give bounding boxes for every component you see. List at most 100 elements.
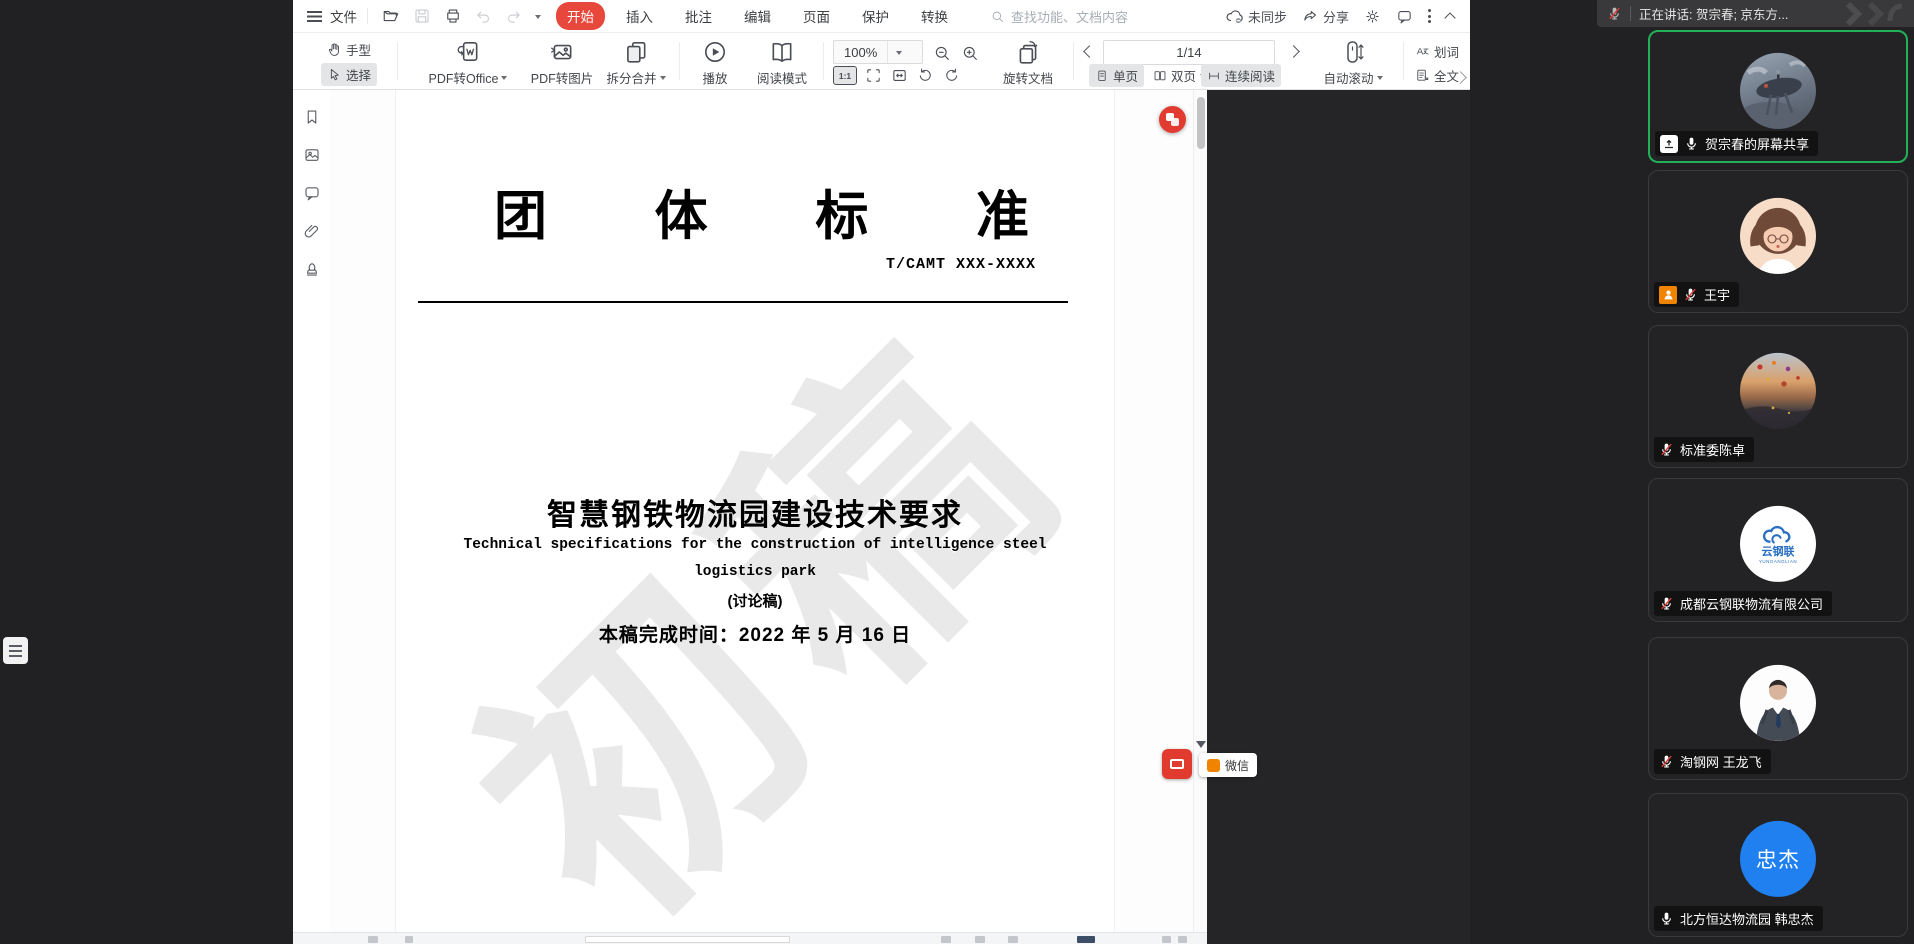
open-folder-icon[interactable] — [382, 7, 400, 25]
status-bar-item[interactable] — [405, 936, 413, 943]
document-viewport[interactable]: 初稿 团体标准 T/CAMT XXX-XXXX 智慧钢铁物流园建设技术要求 Te… — [330, 90, 1193, 932]
tab-6[interactable]: 保护 — [851, 2, 900, 30]
thumbnails-panel-button[interactable] — [303, 146, 321, 164]
scrollbar-thumb[interactable] — [1197, 97, 1205, 149]
select-tool-button[interactable]: 选择 — [321, 63, 377, 86]
attachment-panel-button[interactable] — [303, 222, 321, 240]
print-icon[interactable] — [444, 7, 462, 25]
caret-icon — [1377, 76, 1383, 80]
tab-5[interactable]: 页面 — [792, 2, 841, 30]
single-page-button[interactable]: 单页 — [1089, 64, 1144, 87]
rotate-right-icon[interactable] — [943, 67, 960, 84]
stamp-sign-panel-button[interactable] — [303, 260, 321, 278]
wechat-app-icon[interactable] — [1162, 749, 1192, 779]
pdf-to-office-button[interactable]: PDF转Office — [413, 39, 523, 87]
participant-tile-5[interactable]: 淘钢网 王龙飞 — [1648, 637, 1908, 780]
participant-tile-3[interactable]: 标准委陈卓 — [1648, 325, 1908, 468]
reading-mode-button[interactable]: 阅读模式 — [745, 39, 819, 87]
undo-icon[interactable] — [475, 8, 492, 25]
comment-icon — [303, 184, 321, 202]
zoom-dropdown-caret[interactable] — [887, 41, 909, 63]
prev-page-icon[interactable] — [1083, 45, 1096, 58]
banner-mic-muted-icon[interactable] — [1607, 6, 1622, 21]
standard-title-char: 体 — [655, 174, 708, 250]
divider — [367, 8, 368, 24]
tab-3[interactable]: 批注 — [674, 2, 723, 30]
pdf-page: 初稿 团体标准 T/CAMT XXX-XXXX 智慧钢铁物流园建设技术要求 Te… — [395, 90, 1115, 932]
search-icon — [990, 9, 1005, 24]
participant-label: 标准委陈卓 — [1654, 437, 1754, 462]
status-bar — [293, 932, 1207, 944]
participant-tile-1[interactable]: 贺宗春的屏幕共享 — [1648, 30, 1908, 163]
tab-7[interactable]: 转换 — [910, 2, 959, 30]
redo-icon[interactable] — [505, 8, 522, 25]
full-translate-button[interactable]: 全文 — [1415, 66, 1459, 85]
mic-muted-icon — [1659, 442, 1674, 457]
page-indicator-box[interactable]: 1/14 — [1103, 40, 1275, 65]
divider — [1630, 6, 1631, 21]
pdf-to-image-button[interactable]: PDF转图片 — [525, 39, 599, 87]
attachment-icon — [303, 222, 321, 240]
floating-translate-badge[interactable] — [1159, 106, 1186, 133]
status-bar-item[interactable] — [368, 936, 378, 943]
zoom-out-icon[interactable] — [933, 44, 951, 62]
avatar-portrait-photo — [1740, 664, 1816, 740]
fit-page-icon[interactable] — [865, 67, 882, 84]
vertical-scrollbar[interactable] — [1193, 90, 1207, 932]
play-button[interactable]: 播放 — [689, 39, 741, 87]
single-page-icon — [1095, 69, 1109, 83]
status-bar-item[interactable] — [1162, 936, 1171, 943]
next-page-icon[interactable] — [1287, 45, 1300, 58]
comment-panel-button[interactable] — [303, 184, 321, 202]
status-bar-item[interactable] — [1077, 936, 1095, 943]
participant-tile-6[interactable]: 忠杰北方恒达物流园 韩忠杰 — [1648, 793, 1908, 937]
settings-gear-icon[interactable] — [1364, 8, 1381, 25]
fit-width-icon[interactable] — [891, 67, 908, 84]
more-actions-caret-icon[interactable] — [535, 15, 541, 19]
status-bar-item[interactable] — [1008, 936, 1018, 943]
collapse-ribbon-icon[interactable] — [1444, 12, 1455, 23]
rotate-left-icon[interactable] — [917, 67, 934, 84]
search-box[interactable]: 查找功能、文档内容 — [990, 7, 1128, 26]
save-icon[interactable] — [413, 7, 431, 25]
tab-1[interactable]: 开始 — [556, 2, 605, 30]
participant-name: 淘钢网 王龙飞 — [1680, 752, 1762, 771]
auto-scroll-button[interactable]: 自动滚动 — [1315, 39, 1391, 87]
hand-tool-button[interactable]: 手型 — [321, 38, 377, 61]
tab-4[interactable]: 编辑 — [733, 2, 782, 30]
share-button[interactable]: 分享 — [1302, 7, 1349, 26]
mic-icon — [1659, 911, 1674, 926]
status-bar-item[interactable] — [941, 936, 951, 943]
floating-list-button[interactable] — [3, 637, 28, 664]
title-rule — [418, 301, 1068, 303]
rotate-document-button[interactable]: 旋转文档 — [993, 39, 1063, 87]
tab-2[interactable]: 插入 — [615, 2, 664, 30]
avatar-balloons-photo — [1740, 352, 1816, 428]
avatar-company-logo: 云钢联YUNGANGLIAN — [1740, 506, 1816, 582]
left-tool-rail — [293, 90, 330, 932]
participant-tile-2[interactable]: 王宇 — [1648, 170, 1908, 313]
tab-strip: 开始插入批注编辑页面保护转换 — [551, 2, 964, 30]
status-bar-item[interactable] — [1178, 936, 1187, 943]
status-bar-item[interactable] — [585, 936, 790, 943]
zoom-in-icon[interactable] — [961, 44, 979, 62]
more-menu-icon[interactable] — [1428, 9, 1431, 23]
hamburger-menu-icon[interactable] — [307, 11, 322, 22]
status-bar-item[interactable] — [975, 936, 985, 943]
scroll-down-arrow-icon[interactable] — [1196, 741, 1206, 748]
bookmark-panel-button[interactable] — [303, 108, 321, 126]
sync-status[interactable]: 未同步 — [1225, 7, 1287, 26]
split-merge-button[interactable]: 拆分合并 — [599, 39, 673, 87]
wechat-tooltip[interactable]: 微信 — [1199, 753, 1257, 777]
mic-muted-icon — [1683, 287, 1698, 302]
continuous-reading-button[interactable]: 连续阅读 — [1201, 64, 1281, 87]
feedback-chat-icon[interactable] — [1396, 8, 1413, 25]
word-translate-button[interactable]: 划词 — [1415, 42, 1459, 61]
actual-size-button[interactable]: 1:1 — [833, 66, 857, 85]
file-menu-button[interactable]: 文件 — [330, 6, 357, 26]
standard-title-char: 标 — [815, 174, 868, 250]
participant-tile-4[interactable]: 云钢联YUNGANGLIAN成都云钢联物流有限公司 — [1648, 478, 1908, 622]
thumbnails-icon — [303, 146, 321, 164]
cursor-icon — [327, 67, 342, 82]
zoom-level-dropdown[interactable]: 100% — [833, 40, 923, 64]
